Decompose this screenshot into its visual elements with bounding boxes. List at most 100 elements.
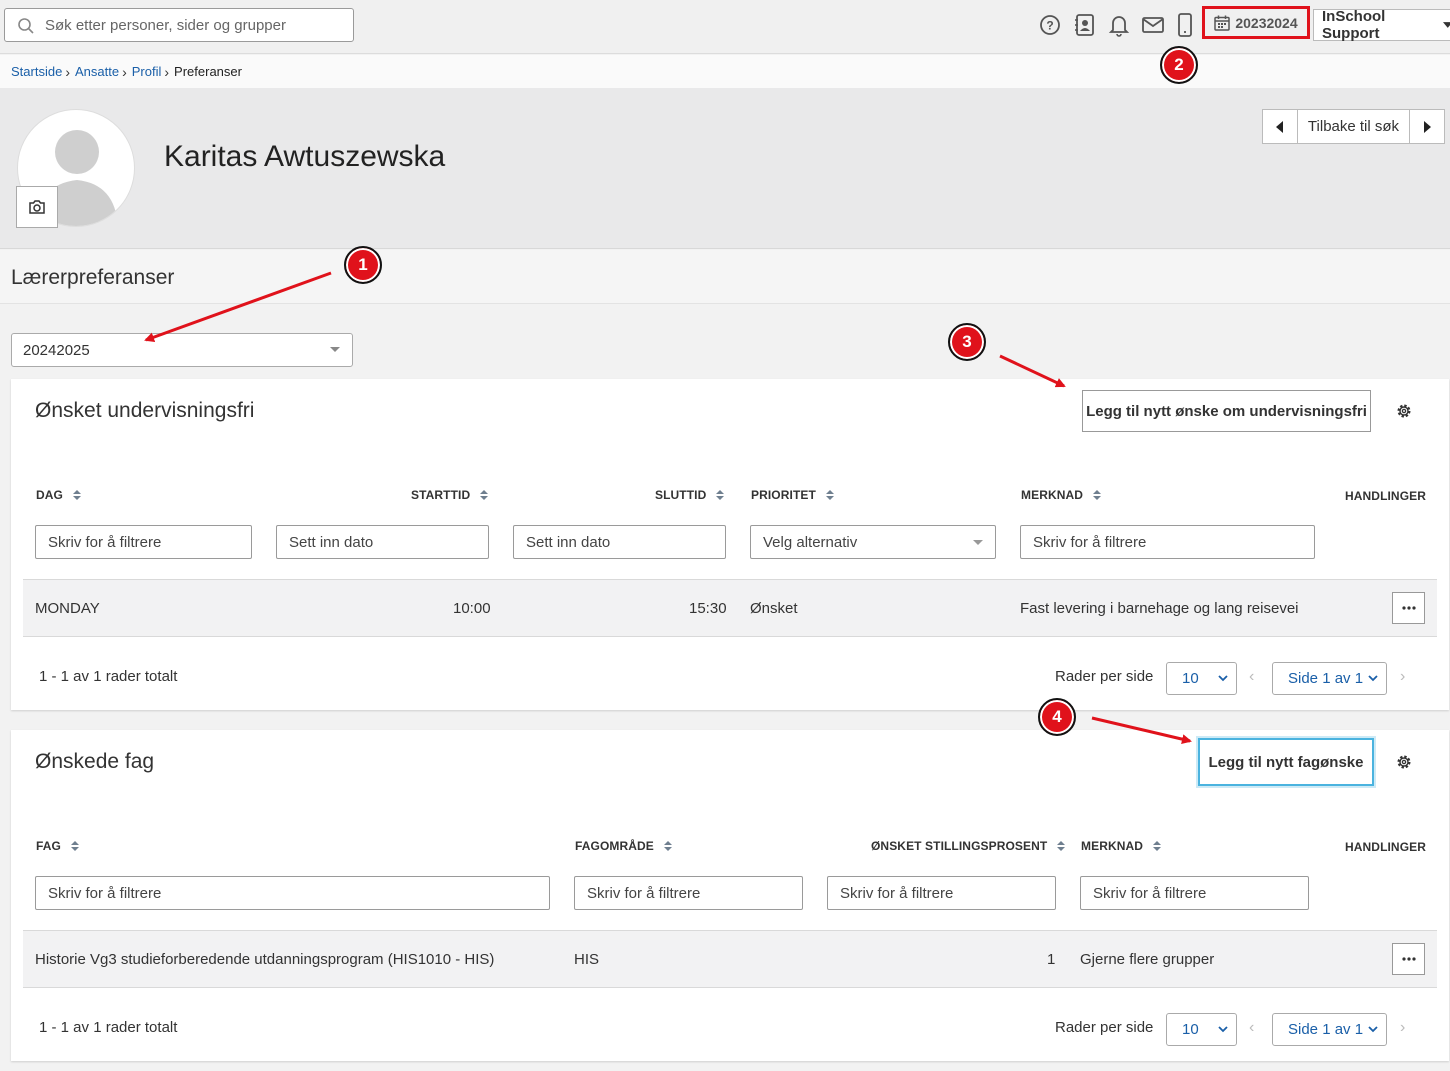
person-name: Karitas Awtuszewska xyxy=(164,140,446,173)
add-fag-button[interactable]: Legg til nytt fagønske xyxy=(1198,738,1374,786)
rows-per-page-select[interactable]: 10 xyxy=(1166,662,1237,695)
rows-per-page-label: Rader per side xyxy=(1055,1019,1154,1036)
rows-per-page-label: Rader per side xyxy=(1055,668,1154,685)
school-year-selector[interactable]: 20232024 xyxy=(1202,6,1310,39)
cell-fag: Historie Vg3 studieforberedende utdannin… xyxy=(35,951,495,968)
page-select[interactable]: Side 1 av 1 xyxy=(1272,662,1387,695)
profile-header: Karitas Awtuszewska Tilbake til søk xyxy=(0,88,1450,249)
help-icon[interactable]: ? xyxy=(1037,12,1063,38)
top-bar: ? 20232024 InSchool Support xyxy=(0,0,1450,54)
user-menu[interactable]: InSchool Support xyxy=(1313,8,1450,42)
column-header-prioritet[interactable]: PRIORITET xyxy=(751,488,834,502)
annotation-badge-4: 4 xyxy=(1038,698,1076,736)
total-rows-text: 1 - 1 av 1 rader totalt xyxy=(39,1019,178,1036)
total-rows-text: 1 - 1 av 1 rader totalt xyxy=(39,668,178,685)
contact-card-icon[interactable] xyxy=(1072,12,1098,38)
settings-gear-icon[interactable] xyxy=(1394,752,1414,772)
filter-merknad[interactable]: Skriv for å filtrere xyxy=(1080,876,1309,910)
chevron-right-icon: › xyxy=(65,63,70,80)
chevron-left-icon[interactable]: ‹ xyxy=(1249,668,1254,686)
annotation-badge-3: 3 xyxy=(948,323,986,361)
card-fag: Ønskede fag Legg til nytt fagønske FAG F… xyxy=(11,730,1449,1061)
cell-dag: MONDAY xyxy=(35,600,100,617)
breadcrumb-link-profil[interactable]: Profil xyxy=(132,64,162,79)
school-year-label: 20232024 xyxy=(1235,14,1298,31)
phone-icon[interactable] xyxy=(1172,12,1198,38)
search-icon xyxy=(18,18,34,34)
settings-gear-icon[interactable] xyxy=(1394,401,1414,421)
filter-dag[interactable]: Skriv for å filtrere xyxy=(35,525,252,559)
caret-down-icon xyxy=(330,347,340,352)
more-dots-icon xyxy=(1401,957,1416,961)
global-search[interactable] xyxy=(4,8,354,42)
bell-icon[interactable] xyxy=(1106,12,1132,38)
row-actions-button[interactable] xyxy=(1392,592,1425,624)
chevron-down-icon xyxy=(1368,675,1378,682)
chevron-left-icon[interactable]: ‹ xyxy=(1249,1019,1254,1037)
column-header-merknad[interactable]: MERKNAD xyxy=(1081,839,1162,853)
mail-icon[interactable] xyxy=(1140,12,1166,38)
chevron-down-icon xyxy=(1368,1026,1378,1033)
triangle-left-icon xyxy=(1276,120,1283,133)
breadcrumb-current: Preferanser xyxy=(174,64,242,79)
filter-fag[interactable]: Skriv for å filtrere xyxy=(35,876,550,910)
page-select[interactable]: Side 1 av 1 xyxy=(1272,1013,1387,1046)
column-header-dag[interactable]: DAG xyxy=(36,488,81,502)
next-result-button[interactable] xyxy=(1410,110,1444,143)
card-title: Ønsket undervisningsfri xyxy=(35,399,255,422)
table-row[interactable]: Historie Vg3 studieforberedende utdannin… xyxy=(23,930,1437,988)
filter-stillingsprosent[interactable]: Skriv for å filtrere xyxy=(827,876,1056,910)
search-input[interactable] xyxy=(45,9,345,41)
breadcrumb-link-ansatte[interactable]: Ansatte xyxy=(75,64,119,79)
row-actions-button[interactable] xyxy=(1392,943,1425,975)
table-row[interactable]: MONDAY 10:00 15:30 Ønsket Fast levering … xyxy=(23,579,1437,637)
column-header-fagomrade[interactable]: FAGOMRÅDE xyxy=(575,839,672,853)
filter-sluttid[interactable]: Sett inn dato xyxy=(513,525,726,559)
column-header-starttid[interactable]: STARTTID xyxy=(411,488,489,502)
rows-per-page-select[interactable]: 10 xyxy=(1166,1013,1237,1046)
more-dots-icon xyxy=(1401,606,1416,610)
chevron-down-icon xyxy=(1218,1026,1228,1033)
breadcrumb-link-startside[interactable]: Startside xyxy=(11,64,62,79)
caret-down-icon xyxy=(1442,22,1450,28)
cell-stillingsprosent: 1 xyxy=(1047,951,1056,968)
sort-icon xyxy=(70,841,79,851)
camera-icon xyxy=(29,200,45,214)
column-header-sluttid[interactable]: SLUTTID xyxy=(655,488,725,502)
breadcrumb: Startside › Ansatte › Profil › Preferanser xyxy=(0,55,1450,88)
preference-year-value: 20242025 xyxy=(23,341,90,359)
annotation-badge-1: 1 xyxy=(344,246,382,284)
column-header-stillingsprosent[interactable]: ØNSKET STILLINGSPROSENT xyxy=(871,839,1066,853)
chevron-right-icon: › xyxy=(164,63,170,80)
sort-icon xyxy=(72,490,81,500)
sort-icon xyxy=(480,490,489,500)
filter-merknad[interactable]: Skriv for å filtrere xyxy=(1020,525,1315,559)
chevron-down-icon xyxy=(1218,675,1228,682)
chevron-right-icon[interactable]: › xyxy=(1400,1019,1405,1037)
sort-icon xyxy=(1093,490,1102,500)
previous-result-button[interactable] xyxy=(1263,110,1297,143)
section-header: Lærerpreferanser xyxy=(0,250,1450,304)
card-title: Ønskede fag xyxy=(35,750,155,773)
sort-icon xyxy=(1057,841,1066,851)
cell-merknad: Fast levering i barnehage og lang reisev… xyxy=(1020,600,1299,617)
chevron-right-icon: › xyxy=(122,63,127,80)
calendar-icon xyxy=(1214,15,1231,31)
filter-prioritet[interactable]: Velg alternativ xyxy=(750,525,996,559)
sort-icon xyxy=(1153,841,1162,851)
column-header-fag[interactable]: FAG xyxy=(36,839,79,853)
cell-sluttid: 15:30 xyxy=(689,600,727,617)
back-to-search-button[interactable]: Tilbake til søk xyxy=(1297,110,1410,143)
change-photo-button[interactable] xyxy=(16,186,58,228)
column-header-merknad[interactable]: MERKNAD xyxy=(1021,488,1102,502)
sort-icon xyxy=(663,841,672,851)
cell-starttid: 10:00 xyxy=(453,600,491,617)
add-undervisningsfri-button[interactable]: Legg til nytt ønske om undervisningsfri xyxy=(1082,390,1371,432)
svg-text:?: ? xyxy=(1046,19,1053,33)
chevron-right-icon[interactable]: › xyxy=(1400,668,1405,686)
triangle-right-icon xyxy=(1424,120,1431,133)
filter-fagomrade[interactable]: Skriv for å filtrere xyxy=(574,876,803,910)
filter-starttid[interactable]: Sett inn dato xyxy=(276,525,489,559)
preference-year-select[interactable]: 20242025 xyxy=(11,333,353,367)
card-undervisningsfri: Ønsket undervisningsfri Legg til nytt øn… xyxy=(11,379,1449,710)
